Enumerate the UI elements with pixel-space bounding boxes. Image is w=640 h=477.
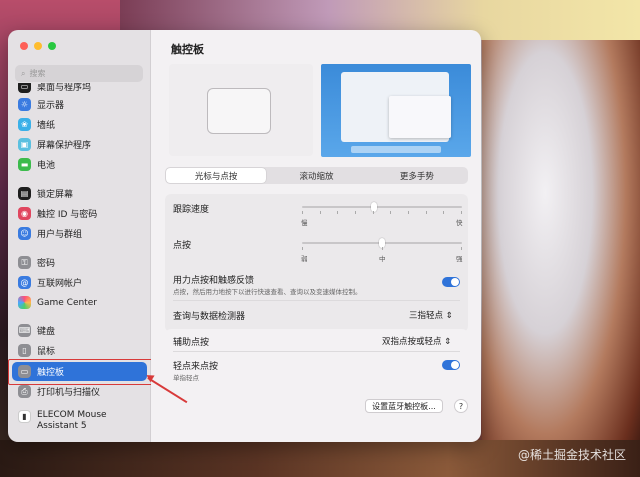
- sidebar-item-label: 键盘: [37, 327, 56, 337]
- gesture-preview: [321, 64, 471, 157]
- display-icon: ☼: [18, 98, 31, 111]
- sidebar-item-label: 桌面与程序坞: [37, 83, 92, 93]
- force-click-label: 用力点按和触感反馈: [173, 276, 255, 286]
- sidebar-item-game-center[interactable]: Game Center: [12, 293, 147, 312]
- sidebar: ⌕ 搜索 ▭ 桌面与程序坞 ☼ 显示器 ❀ 墙纸 ▣ 屏幕保护程序 ▬ 电池 ▤…: [8, 30, 153, 442]
- click-label-medium: 中: [379, 255, 386, 263]
- sidebar-item-label: ELECOM Mouse Assistant 5: [37, 410, 107, 431]
- sidebar-item-keyboard[interactable]: ⌨ 键盘: [12, 321, 147, 340]
- divider: [173, 351, 460, 352]
- tab-point-click[interactable]: 光标与点按: [166, 168, 267, 183]
- divider: [173, 300, 460, 301]
- click-label-light: 弱: [301, 255, 308, 263]
- chevron-updown-icon: ⇕: [445, 311, 453, 321]
- tracking-speed-ticks: [302, 211, 462, 215]
- minimize-button[interactable]: [34, 42, 42, 50]
- sidebar-item-label: 墙纸: [37, 121, 56, 131]
- settings-window: ⌕ 搜索 ▭ 桌面与程序坞 ☼ 显示器 ❀ 墙纸 ▣ 屏幕保护程序 ▬ 电池 ▤…: [8, 30, 481, 442]
- sidebar-item-display[interactable]: ☼ 显示器: [12, 95, 147, 114]
- sidebar-item-label: 电池: [37, 161, 56, 171]
- tab-more-gestures[interactable]: 更多手势: [367, 168, 467, 183]
- keyboard-icon: ⌨: [18, 324, 31, 337]
- click-ticks: [302, 247, 462, 251]
- lookup-select[interactable]: 三指轻点 ⇕: [409, 309, 453, 321]
- sidebar-item-internet-accounts[interactable]: @ 互联网帐户: [12, 273, 147, 292]
- chevron-updown-icon: ⇕: [444, 337, 452, 347]
- help-button[interactable]: ?: [454, 399, 468, 413]
- click-label-firm: 强: [456, 255, 463, 263]
- trackpad-preview: [169, 64, 313, 156]
- lookup-label: 查询与数据检测器: [173, 312, 246, 322]
- secondary-click-label: 辅助点按: [173, 338, 210, 348]
- page-title: 触控板: [171, 43, 204, 56]
- battery-icon: ▬: [18, 158, 31, 171]
- tracking-speed-max: 快: [456, 219, 463, 227]
- annotation-highlight-box: [8, 359, 153, 385]
- search-input[interactable]: ⌕ 搜索: [15, 65, 143, 82]
- tracking-speed-min: 慢: [301, 219, 308, 227]
- game-center-icon: [18, 296, 31, 309]
- tap-to-click-label: 轻点来点按: [173, 362, 219, 372]
- sidebar-item-wallpaper[interactable]: ❀ 墙纸: [12, 115, 147, 134]
- sidebar-item-label: 用户与群组: [37, 230, 83, 240]
- sidebar-item-label: 锁定屏幕: [37, 190, 74, 200]
- screensaver-icon: ▣: [18, 138, 31, 151]
- sidebar-item-label: 互联网帐户: [37, 279, 83, 289]
- search-icon: ⌕: [21, 68, 26, 78]
- close-button[interactable]: [20, 42, 28, 50]
- sidebar-item-users[interactable]: ☺ 用户与群组: [12, 224, 147, 243]
- tab-bar: 光标与点按 滚动缩放 更多手势: [165, 167, 468, 184]
- sidebar-item-elecom[interactable]: ▮ ELECOM Mouse Assistant 5: [12, 408, 147, 434]
- sidebar-item-label: 鼠标: [37, 347, 56, 357]
- sidebar-item-touch-id[interactable]: ◉ 触控 ID 与密码: [12, 204, 147, 223]
- wallpaper-icon: ❀: [18, 118, 31, 131]
- users-icon: ☺: [18, 227, 31, 240]
- sidebar-item-screensaver[interactable]: ▣ 屏幕保护程序: [12, 135, 147, 154]
- printer-icon: ⎙: [18, 385, 31, 398]
- sidebar-item-dock[interactable]: ▭ 桌面与程序坞: [12, 83, 147, 93]
- settings-panel: 跟踪速度 慢 快 点按 弱 中 强 用力点按和触感反馈 点按，然后用力地按下以进…: [165, 194, 468, 332]
- tracking-speed-slider[interactable]: [302, 206, 462, 208]
- sidebar-item-label: 屏幕保护程序: [37, 141, 92, 151]
- lock-screen-icon: ▤: [18, 187, 31, 200]
- sidebar-item-battery[interactable]: ▬ 电池: [12, 155, 147, 174]
- sidebar-item-label: 打印机与扫描仪: [37, 388, 101, 398]
- click-label: 点按: [173, 241, 192, 251]
- tap-to-click-description: 单指轻点: [173, 374, 199, 382]
- sidebar-item-mouse[interactable]: ▯ 鼠标: [12, 341, 147, 360]
- background-right: [482, 40, 640, 477]
- settings-panel-2: 辅助点按 双指点按或轻点 ⇕ 轻点来点按 单指轻点: [165, 329, 468, 385]
- elecom-icon: ▮: [18, 410, 31, 423]
- tab-scroll-zoom[interactable]: 滚动缩放: [266, 168, 366, 183]
- zoom-button[interactable]: [48, 42, 56, 50]
- watermark: @稀土掘金技术社区: [517, 448, 626, 462]
- preview-lookup-popup: [389, 96, 451, 138]
- secondary-click-select[interactable]: 双指点按或轻点 ⇕: [382, 335, 451, 347]
- preview-dock: [351, 146, 441, 153]
- secondary-click-value: 双指点按或轻点: [382, 337, 442, 347]
- sidebar-item-label: 显示器: [37, 101, 65, 111]
- sidebar-item-lock-screen[interactable]: ▤ 锁定屏幕: [12, 184, 147, 203]
- force-click-description: 点按，然后用力地按下以进行快速查看、查询以及变速媒体控制。: [173, 288, 362, 296]
- main-panel: 触控板 光标与点按 滚动缩放 更多手势 跟踪速度 慢 快 点按 弱 中 强 用力…: [151, 30, 481, 442]
- sidebar-item-label: 触控 ID 与密码: [37, 210, 98, 220]
- search-placeholder: 搜索: [29, 69, 46, 78]
- passwords-icon: ⚿: [18, 256, 31, 269]
- trackpad-illustration: [207, 88, 271, 134]
- sidebar-item-label: Game Center: [37, 297, 97, 308]
- mouse-icon: ▯: [18, 344, 31, 357]
- sidebar-item-passwords[interactable]: ⚿ 密码: [12, 253, 147, 272]
- tracking-speed-label: 跟踪速度: [173, 205, 210, 215]
- setup-bluetooth-trackpad-button[interactable]: 设置蓝牙触控板...: [365, 399, 443, 413]
- dock-icon: ▭: [18, 83, 31, 93]
- touch-id-icon: ◉: [18, 207, 31, 220]
- force-click-toggle[interactable]: [442, 277, 460, 287]
- sidebar-item-label: 密码: [37, 259, 56, 269]
- tap-to-click-toggle[interactable]: [442, 360, 460, 370]
- internet-accounts-icon: @: [18, 276, 31, 289]
- lookup-value: 三指轻点: [409, 311, 444, 321]
- window-controls: [20, 42, 56, 50]
